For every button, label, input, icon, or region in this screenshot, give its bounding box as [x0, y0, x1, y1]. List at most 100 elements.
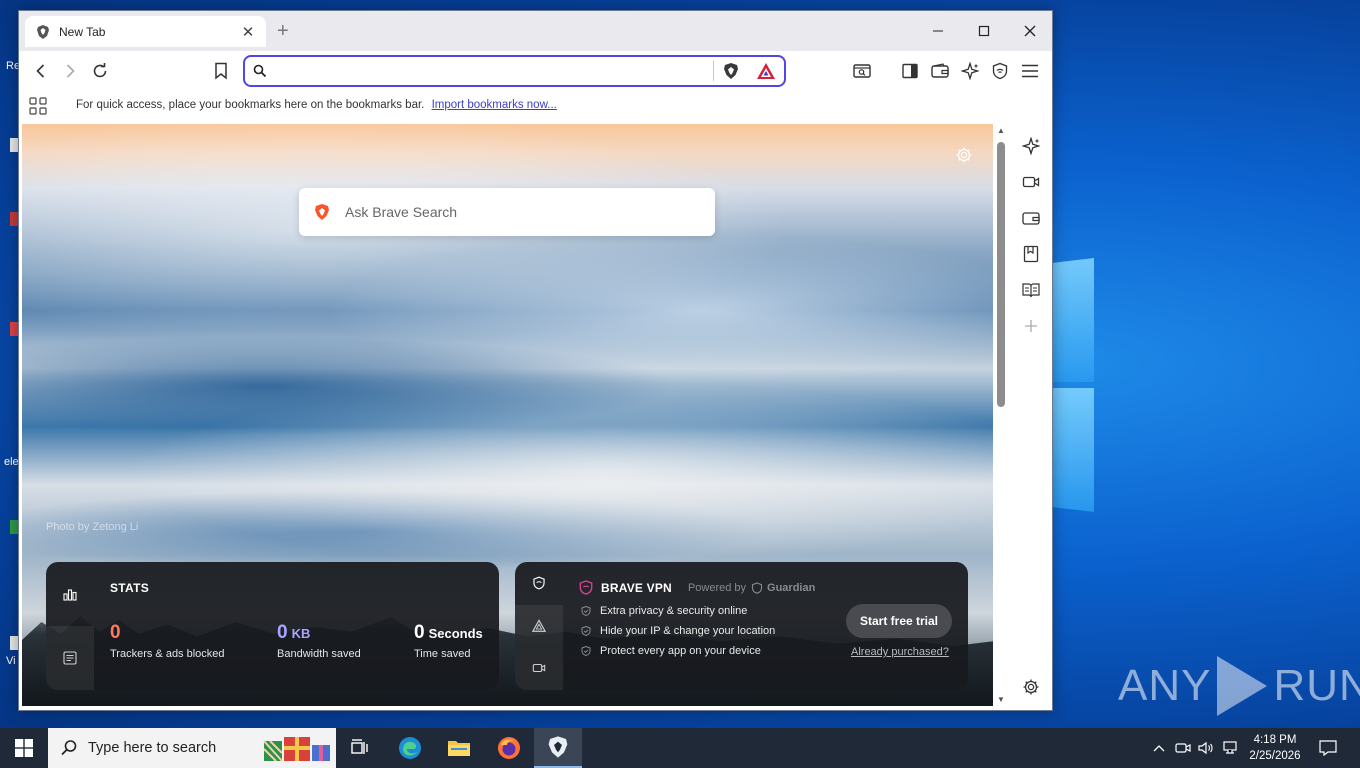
search-tabs-button[interactable] [848, 57, 876, 85]
new-tab-button[interactable]: + [277, 21, 289, 41]
wallet-icon [1022, 212, 1040, 225]
forward-button[interactable] [56, 57, 84, 85]
leo-ai-button[interactable] [956, 57, 984, 85]
taskbar-search-placeholder: Type here to search [88, 740, 217, 756]
desktop-icon-fragment[interactable] [10, 212, 18, 226]
show-hidden-icons-button[interactable] [1150, 728, 1168, 768]
vpn-feature-item: Hide your IP & change your location [581, 625, 775, 637]
bar-chart-icon [63, 589, 77, 601]
scroll-down-icon[interactable]: ▼ [996, 695, 1006, 704]
close-window-button[interactable] [1007, 11, 1053, 51]
notification-icon [1319, 740, 1337, 756]
sidebar-talk-button[interactable] [1020, 171, 1042, 193]
firefox-app-button[interactable] [485, 728, 533, 768]
bookmark-button[interactable] [207, 57, 235, 85]
scrollbar-thumb[interactable] [997, 142, 1005, 407]
gear-icon [1023, 679, 1039, 695]
task-view-icon [351, 739, 368, 754]
reload-button[interactable] [86, 57, 114, 85]
sidebar-bookmarks-button[interactable] [1020, 243, 1042, 265]
vpn-header: BRAVE VPN Powered by Guardian [579, 580, 815, 595]
sidebar-leo-button[interactable] [1020, 135, 1042, 157]
scroll-up-icon[interactable]: ▲ [996, 126, 1006, 135]
photo-credit[interactable]: Photo by Zetong Li [46, 521, 138, 533]
widget-switcher [515, 562, 563, 690]
apps-grid-icon[interactable] [29, 97, 47, 115]
desktop-label-fragment[interactable]: Vi [6, 655, 16, 667]
address-bar[interactable] [243, 55, 786, 87]
vpn-tab[interactable] [515, 562, 563, 605]
browser-sidebar [1009, 124, 1052, 706]
vertical-scrollbar[interactable]: ▲ ▼ [994, 124, 1008, 706]
windows-start-icon [15, 739, 33, 757]
taskbar-search-box[interactable]: Type here to search [48, 728, 336, 768]
talk-tab[interactable] [515, 647, 563, 690]
ntp-search-box[interactable]: Ask Brave Search [299, 188, 715, 236]
speaker-icon [1198, 741, 1213, 755]
close-tab-icon[interactable]: ✕ [240, 23, 256, 41]
task-view-button[interactable] [336, 728, 384, 768]
title-bar: New Tab ✕ + [19, 11, 1052, 51]
network-button[interactable] [1220, 728, 1242, 768]
close-icon [1024, 25, 1036, 37]
desktop-icon-fragment[interactable] [10, 520, 18, 534]
back-button[interactable] [27, 57, 55, 85]
sidebar-settings-button[interactable] [1020, 676, 1042, 698]
sidebar-wallet-button[interactable] [1020, 207, 1042, 229]
start-free-trial-button[interactable]: Start free trial [846, 604, 952, 638]
clock-date: 2/25/2026 [1249, 750, 1301, 762]
check-shield-icon [581, 646, 591, 656]
new-tab-page: Photo by Zetong Li Ask Brave Search STAT… [22, 124, 993, 706]
search-highlight-gifts-icon[interactable] [262, 733, 332, 763]
vpn-powered-by: Powered by [687, 581, 747, 594]
bandwidth-unit: KB [291, 626, 311, 641]
tab-search-icon [853, 64, 871, 78]
toolbar [19, 51, 1052, 91]
ntp-search-placeholder: Ask Brave Search [345, 204, 458, 220]
desktop-icon-fragment[interactable] [10, 636, 18, 650]
vpn-widget: BRAVE VPN Powered by Guardian Extra priv… [515, 562, 968, 690]
vpn-button[interactable] [986, 57, 1014, 85]
action-center-button[interactable] [1314, 728, 1342, 768]
trackers-label: Trackers & ads blocked [110, 648, 225, 660]
system-clock[interactable]: 4:18 PM 2/25/2026 [1244, 732, 1306, 764]
minimize-button[interactable] [915, 11, 961, 51]
address-input[interactable] [275, 63, 705, 79]
network-icon [1223, 741, 1237, 754]
tab-new-tab[interactable]: New Tab ✕ [25, 16, 266, 47]
bookmark-icon [215, 62, 227, 80]
sidebar-add-button[interactable] [1020, 315, 1042, 337]
volume-button[interactable] [1196, 728, 1216, 768]
brave-app-button[interactable] [534, 728, 582, 768]
brave-lion-icon [315, 204, 329, 220]
widget-switcher [46, 562, 94, 690]
vpn-feature-item: Protect every app on your device [581, 645, 761, 657]
vpn-feature-text: Extra privacy & security online [600, 605, 748, 617]
vpn-shield-icon [992, 62, 1008, 80]
reload-icon [93, 63, 107, 78]
import-bookmarks-link[interactable]: Import bookmarks now... [432, 99, 557, 111]
sidebar-reading-list-button[interactable] [1020, 279, 1042, 301]
news-icon [63, 651, 77, 665]
rewards-tab[interactable] [515, 604, 563, 648]
stats-tab[interactable] [46, 562, 94, 626]
desktop-label-fragment[interactable]: ele [4, 456, 19, 468]
meet-now-button[interactable] [1173, 728, 1193, 768]
maximize-button[interactable] [961, 11, 1007, 51]
wallet-icon [931, 63, 949, 78]
sidebar-toggle-button[interactable] [896, 57, 924, 85]
file-explorer-button[interactable] [435, 728, 483, 768]
wallet-button[interactable] [926, 57, 954, 85]
brave-shields-icon[interactable] [722, 62, 740, 80]
customize-gear-icon[interactable] [955, 146, 973, 164]
news-tab[interactable] [46, 626, 94, 690]
desktop-icon-fragment[interactable] [10, 138, 18, 152]
sidebar-icon [902, 63, 918, 79]
already-purchased-link[interactable]: Already purchased? [851, 646, 949, 658]
main-menu-button[interactable] [1016, 57, 1044, 85]
edge-app-button[interactable] [386, 728, 434, 768]
brave-rewards-icon[interactable] [756, 62, 776, 80]
video-camera-icon [532, 664, 546, 673]
start-button[interactable] [0, 728, 48, 768]
desktop-icon-fragment[interactable] [10, 322, 18, 336]
